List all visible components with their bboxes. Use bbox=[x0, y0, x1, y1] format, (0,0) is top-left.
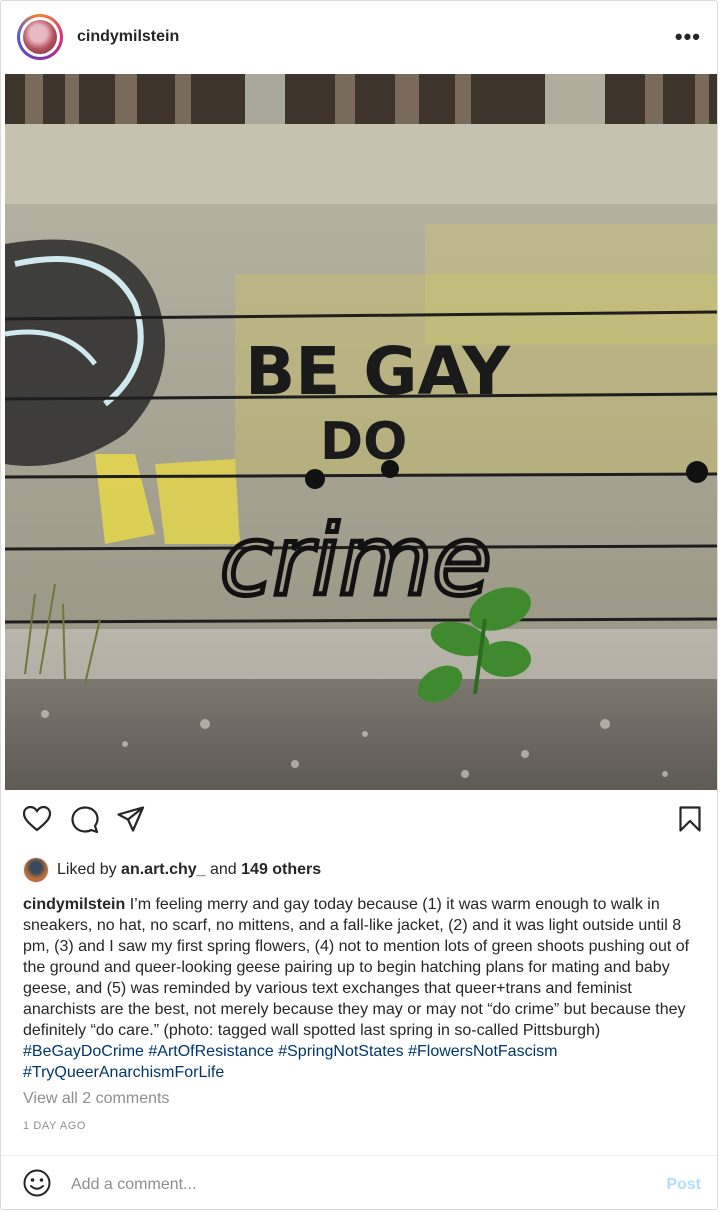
comment-bubble-icon[interactable] bbox=[71, 806, 99, 839]
likes-count[interactable]: 149 others bbox=[241, 861, 321, 879]
hashtag[interactable]: #ArtOfResistance bbox=[148, 1043, 273, 1060]
hashtag[interactable]: #TryQueerAnarchismForLife bbox=[23, 1064, 224, 1081]
comment-input[interactable] bbox=[69, 1175, 667, 1195]
story-ring[interactable] bbox=[17, 14, 63, 60]
like-heart-icon[interactable] bbox=[22, 805, 52, 837]
comment-composer: Post bbox=[1, 1161, 717, 1209]
hashtag[interactable]: #BeGayDoCrime bbox=[23, 1043, 144, 1060]
more-options-icon[interactable]: ••• bbox=[675, 24, 701, 50]
emoji-icon[interactable] bbox=[23, 1169, 51, 1202]
post-caption: cindymilstein I’m feeling merry and gay … bbox=[23, 894, 705, 1083]
view-all-comments-link[interactable]: View all 2 comments bbox=[23, 1090, 169, 1108]
divider bbox=[1, 1155, 717, 1156]
post-actions bbox=[1, 805, 717, 846]
username-link[interactable]: cindymilstein bbox=[77, 28, 179, 46]
post-timestamp[interactable]: 1 DAY AGO bbox=[23, 1120, 86, 1132]
save-bookmark-icon[interactable] bbox=[679, 806, 701, 837]
liker-avatar[interactable] bbox=[23, 857, 49, 883]
liker-username[interactable]: an.art.chy_ bbox=[121, 861, 205, 879]
likes-summary: Liked by an.art.chy_ and 149 others bbox=[23, 857, 321, 883]
caption-username[interactable]: cindymilstein bbox=[23, 896, 125, 913]
hashtag[interactable]: #FlowersNotFascism bbox=[408, 1043, 557, 1060]
hashtag[interactable]: #SpringNotStates bbox=[278, 1043, 403, 1060]
post-comment-button[interactable]: Post bbox=[666, 1176, 701, 1194]
post-header: cindymilstein ••• bbox=[1, 1, 717, 73]
post-card: cindymilstein ••• BE GAY DO crime Liked … bbox=[0, 0, 718, 1210]
post-photo[interactable]: BE GAY DO crime bbox=[5, 74, 717, 790]
graffiti-wall-image: BE GAY DO crime bbox=[5, 74, 717, 790]
share-send-icon[interactable] bbox=[117, 806, 145, 837]
avatar bbox=[23, 20, 57, 54]
graffiti-line-1: BE GAY bbox=[245, 333, 511, 410]
graffiti-line-3: crime bbox=[220, 505, 492, 617]
caption-text: I’m feeling merry and gay today because … bbox=[23, 896, 690, 1039]
graffiti-line-2: DO bbox=[320, 412, 407, 472]
